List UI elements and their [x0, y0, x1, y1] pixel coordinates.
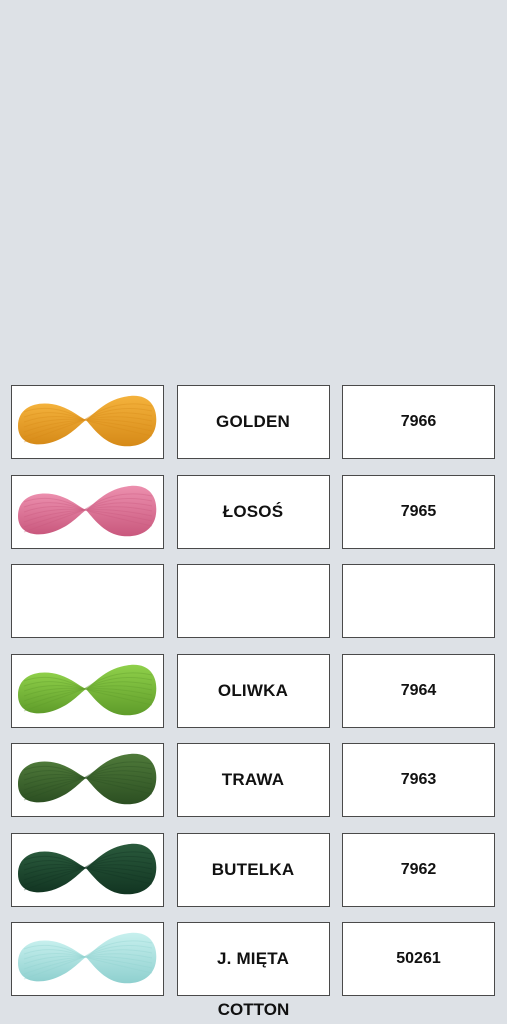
color-name: ŁOSOŚ	[222, 501, 284, 521]
color-code-cell: 7963	[342, 743, 495, 817]
material-label: COTTON	[217, 1000, 290, 1019]
yarn-skein-icon	[18, 664, 157, 715]
yarn-skein-icon	[18, 395, 157, 447]
color-row-j-mieta: J. MIĘTA 50261	[11, 922, 495, 996]
swatch-cell	[11, 832, 164, 907]
color-name-cell	[176, 564, 330, 638]
color-name-cell: TRAWA	[176, 743, 330, 817]
color-name: J. MIĘTA	[216, 949, 290, 968]
color-name-cell: OLIWKA	[176, 653, 330, 728]
swatch-cell	[11, 564, 164, 638]
swatch-cell	[11, 653, 164, 728]
color-code: 7966	[400, 413, 437, 430]
color-name: TRAWA	[221, 770, 285, 789]
color-code-cell: 7964	[342, 653, 495, 728]
swatch-cell	[11, 474, 164, 549]
color-row-losos: ŁOSOŚ 7965	[11, 474, 495, 549]
color-code: 7964	[400, 681, 437, 699]
color-code-cell: 7965	[342, 474, 495, 549]
color-row-empty	[11, 564, 495, 638]
color-name-cell: BUTELKA	[176, 832, 330, 907]
color-row-golden: GOLDEN 7966	[11, 385, 495, 459]
color-code-cell: 50261	[342, 922, 495, 996]
swatch-cell	[11, 743, 164, 817]
color-code-cell	[342, 564, 495, 638]
color-name: OLIWKA	[217, 680, 289, 700]
color-name: BUTELKA	[211, 859, 295, 879]
color-code-cell: 7962	[342, 832, 495, 907]
color-row-oliwka: OLIWKA 7964	[11, 653, 495, 728]
yarn-skein-icon	[18, 753, 157, 805]
swatch-cell	[11, 385, 164, 459]
yarn-skein-icon	[18, 843, 157, 894]
swatch-cell	[11, 922, 164, 996]
color-name-cell: GOLDEN	[176, 385, 330, 459]
color-code: 50261	[396, 950, 441, 967]
color-code: 7963	[400, 771, 437, 788]
color-code: 7962	[400, 860, 437, 878]
color-row-trawa: TRAWA 7963	[11, 743, 495, 817]
color-name-cell: ŁOSOŚ	[176, 474, 330, 549]
color-row-butelka: BUTELKA 7962	[11, 832, 495, 907]
color-name-cell: J. MIĘTA	[176, 922, 330, 996]
color-name: GOLDEN	[216, 412, 290, 431]
color-code-cell: 7966	[342, 385, 495, 459]
color-code: 7965	[400, 502, 437, 520]
yarn-skein-icon	[18, 485, 157, 536]
color-chart-grid: GOLDEN 7966 ŁOSOŚ 7965 OLIWKA 7964 TRAWA…	[11, 385, 495, 1012]
yarn-skein-icon	[18, 932, 157, 984]
